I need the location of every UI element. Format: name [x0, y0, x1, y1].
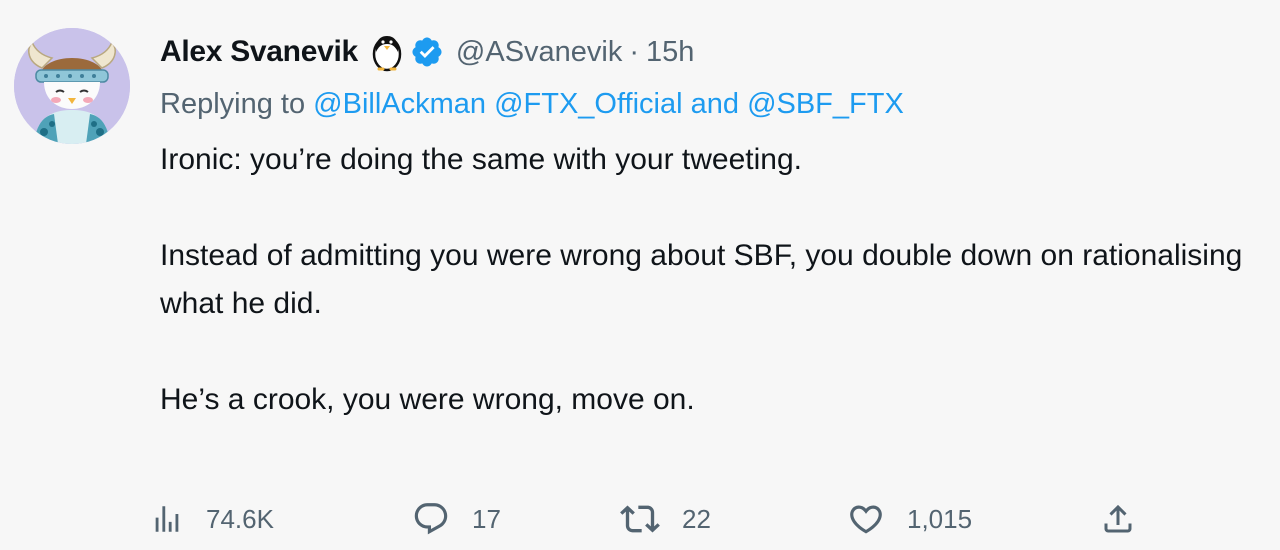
- views-icon: [150, 502, 184, 536]
- like-count: 1,015: [907, 503, 973, 534]
- tweet-paragraph-1: Ironic: you’re doing the same with your …: [160, 143, 802, 176]
- handle[interactable]: @ASvanevik: [456, 36, 622, 69]
- retweet-icon: [620, 499, 660, 539]
- reply-icon: [412, 500, 450, 538]
- views-button[interactable]: 74.6K: [150, 498, 274, 540]
- mention-ftx-official[interactable]: @FTX_Official: [494, 88, 682, 120]
- reply-button[interactable]: 17: [412, 498, 501, 540]
- avatar[interactable]: [14, 28, 130, 144]
- action-bar: 74.6K 17 22 1,015: [150, 498, 1150, 540]
- tweet[interactable]: Alex Svanevik @ASvanevik · 15h Replying …: [0, 0, 1280, 550]
- views-count: 74.6K: [206, 503, 274, 534]
- verified-badge-icon[interactable]: [410, 35, 444, 69]
- reply-count: 17: [472, 503, 501, 534]
- mention-billackman[interactable]: @BillAckman: [313, 88, 486, 120]
- separator-dot: ·: [629, 35, 640, 68]
- tweet-content: Alex Svanevik @ASvanevik · 15h Replying …: [160, 24, 1270, 424]
- tweet-header: Alex Svanevik @ASvanevik · 15h: [160, 24, 1270, 80]
- share-button[interactable]: [1100, 498, 1136, 540]
- mention-sbf-ftx[interactable]: @SBF_FTX: [747, 88, 904, 120]
- retweet-button[interactable]: 22: [620, 498, 711, 540]
- tweet-paragraph-2: Instead of admitting you were wrong abou…: [160, 239, 1243, 320]
- timestamp[interactable]: 15h: [646, 36, 694, 69]
- tweet-paragraph-3: He’s a crook, you were wrong, move on.: [160, 383, 695, 416]
- replying-conjunction[interactable]: and: [691, 88, 739, 120]
- tweet-text: Ironic: you’re doing the same with your …: [160, 136, 1270, 424]
- like-icon: [847, 500, 885, 538]
- display-name[interactable]: Alex Svanevik: [160, 35, 358, 69]
- replying-to: Replying to @BillAckman @FTX_Official an…: [160, 80, 1270, 128]
- replying-prefix: Replying to: [160, 88, 306, 120]
- like-button[interactable]: 1,015: [847, 498, 972, 540]
- share-icon: [1100, 501, 1136, 537]
- retweet-count: 22: [682, 503, 711, 534]
- penguin-icon: [370, 32, 404, 72]
